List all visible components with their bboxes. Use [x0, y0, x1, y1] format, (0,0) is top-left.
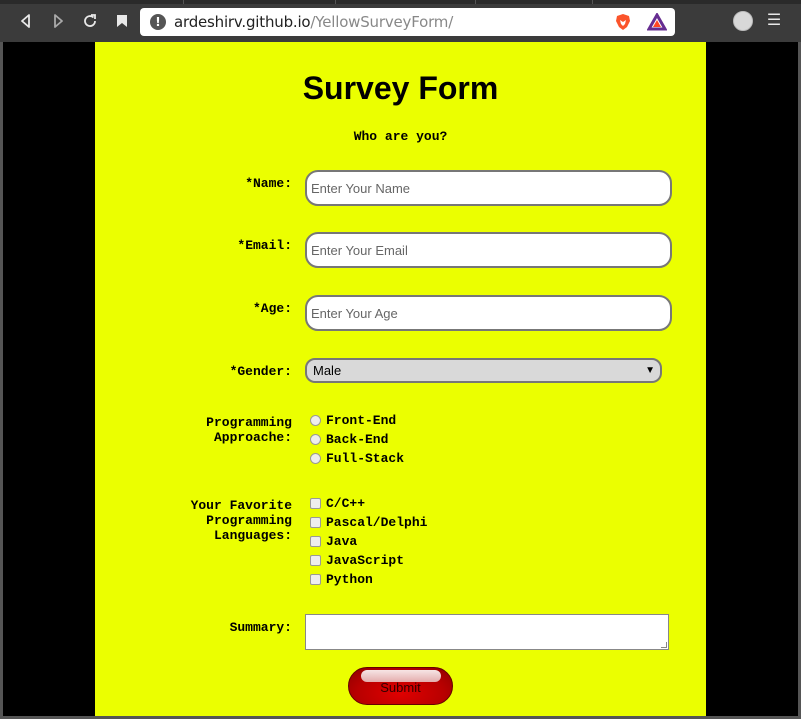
- radio-button[interactable]: [310, 414, 321, 426]
- form-subtitle: Who are you?: [353, 129, 448, 144]
- email-input[interactable]: [305, 232, 672, 268]
- checkbox[interactable]: [310, 535, 321, 547]
- languages-label: Your Favorite Programming Languages:: [190, 498, 292, 543]
- checkbox-option[interactable]: Pascal/Delphi: [310, 514, 427, 530]
- name-label: *Name:: [245, 176, 292, 191]
- survey-form-container: Survey Form Who are you? *Name: *Email: …: [95, 42, 706, 716]
- reload-icon[interactable]: [79, 10, 101, 32]
- gender-label: *Gender:: [229, 364, 292, 379]
- site-info-icon[interactable]: !: [150, 14, 166, 30]
- summary-textarea[interactable]: [305, 614, 669, 650]
- submit-button[interactable]: Submit: [348, 667, 453, 705]
- address-bar[interactable]: ! ardeshirv.github.io/YellowSurveyForm/: [140, 8, 675, 36]
- url-text: ardeshirv.github.io/YellowSurveyForm/: [174, 13, 454, 31]
- name-input[interactable]: [305, 170, 672, 206]
- resize-grip-icon[interactable]: [661, 642, 667, 648]
- dropdown-arrow-icon: ▼: [645, 365, 655, 376]
- page-title: Survey Form: [302, 70, 499, 106]
- back-icon[interactable]: [15, 10, 37, 32]
- page-viewport: Survey Form Who are you? *Name: *Email: …: [3, 42, 798, 716]
- radio-button[interactable]: [310, 433, 321, 445]
- radio-option[interactable]: Full-Stack: [310, 450, 404, 466]
- checkbox[interactable]: [310, 573, 321, 585]
- checkbox[interactable]: [310, 554, 321, 566]
- radio-button[interactable]: [310, 452, 321, 464]
- menu-icon[interactable]: ☰: [766, 12, 782, 30]
- bookmark-icon[interactable]: [111, 10, 133, 32]
- radio-option[interactable]: Front-End: [310, 412, 396, 428]
- summary-label: Summary:: [229, 620, 292, 635]
- checkbox-option[interactable]: Java: [310, 533, 357, 549]
- age-label: *Age:: [252, 301, 292, 316]
- submit-label: Submit: [380, 680, 421, 695]
- checkbox[interactable]: [310, 516, 321, 528]
- checkbox-option[interactable]: JavaScript: [310, 552, 404, 568]
- age-input[interactable]: [305, 295, 672, 331]
- approach-label: Programming Approache:: [206, 415, 292, 445]
- forward-icon[interactable]: [47, 10, 69, 32]
- brave-shields-icon[interactable]: [614, 13, 632, 31]
- radio-option[interactable]: Back-End: [310, 431, 388, 447]
- gender-selected-value: Male: [313, 363, 342, 378]
- email-label: *Email:: [237, 238, 292, 253]
- browser-toolbar: ! ardeshirv.github.io/YellowSurveyForm/ …: [0, 0, 801, 42]
- checkbox-option[interactable]: Python: [310, 571, 373, 587]
- profile-icon[interactable]: [733, 11, 753, 31]
- checkbox-option[interactable]: C/C++: [310, 495, 365, 511]
- tab-strip: [0, 0, 801, 4]
- brave-rewards-icon[interactable]: [647, 13, 667, 31]
- checkbox[interactable]: [310, 497, 321, 509]
- gender-select[interactable]: Male ▼: [305, 358, 662, 383]
